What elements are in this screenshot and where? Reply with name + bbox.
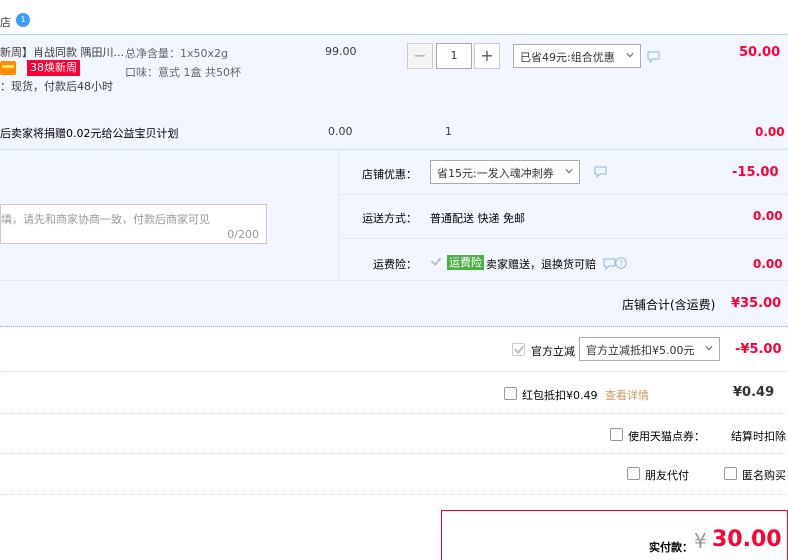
divider (0, 494, 788, 495)
quantity-stepper: − 1 + (407, 43, 500, 69)
shipping-label: 运送方式： (362, 212, 417, 225)
divider (0, 413, 788, 414)
anonymous-purchase-checkbox[interactable] (724, 467, 737, 480)
shop-name[interactable]: 店 (0, 14, 11, 30)
buyer-message-textarea[interactable]: 填，请先和商家协商一致，付款后商家可见 0/200 (0, 204, 267, 244)
red-packet-details-link[interactable]: 查看详情 (605, 387, 649, 403)
insurance-checkbox[interactable] (430, 256, 443, 269)
shop-discount-label: 店铺优惠： (362, 168, 417, 181)
insurance-label: 运费险： (373, 258, 417, 271)
item-delivery-note: ：现货，付款后48小时 (0, 80, 113, 93)
payment-summary-box: 实付款： ¥ 30.00 (441, 510, 788, 560)
official-discount-select-value: 官方立减抵扣¥5.00元 (586, 344, 695, 357)
divider (0, 453, 788, 454)
red-packet-amount: ¥0.49 (733, 385, 775, 400)
item-spec-weight: 总净含量：1x50x2g (125, 47, 228, 60)
item-title[interactable]: 新周】肖战同款 隅田川... (0, 44, 124, 60)
tmall-points-checkbox[interactable] (610, 428, 623, 441)
payment-amount: 30.00 (712, 527, 782, 552)
official-discount-amount: -¥5.00 (735, 342, 782, 357)
shop-total-label: 店铺合计(含运费) (622, 298, 716, 312)
shop-total-amount: ¥35.00 (731, 296, 782, 311)
shop-discount-select[interactable]: 省15元:一发入魂冲刺券 (430, 160, 580, 184)
red-packet-label: 红包抵扣¥0.49 (522, 389, 598, 402)
anonymous-purchase-label: 匿名购买 (742, 469, 786, 482)
divider (338, 194, 788, 195)
tmall-points-note: 结算时扣除 (731, 430, 786, 443)
quantity-plus-button[interactable]: + (474, 43, 500, 69)
quantity-input[interactable]: 1 (436, 43, 472, 69)
shop-discount-amount: -15.00 (732, 165, 779, 180)
insurance-amount: 0.00 (753, 257, 783, 271)
official-discount-checkbox[interactable] (512, 343, 525, 356)
buyer-message-counter: 0/200 (227, 228, 259, 241)
charity-text: 后卖家将捐赠0.02元给公益宝贝计划 (0, 127, 179, 140)
shop-discount-select-value: 省15元:一发入魂冲刺券 (437, 167, 554, 180)
item-promo-select-value: 已省49元:组合优惠 (520, 51, 615, 64)
chat-bubble-icon[interactable] (647, 51, 660, 63)
red-packet-checkbox[interactable] (504, 387, 517, 400)
payment-currency: ¥ (694, 529, 707, 553)
friend-pay-checkbox[interactable] (627, 467, 640, 480)
shipping-method: 普通配送 快递 免邮 (430, 212, 525, 225)
charity-quantity: 1 (445, 125, 452, 138)
shipping-amount: 0.00 (753, 209, 783, 223)
chevron-down-icon (626, 53, 634, 58)
chevron-down-icon (565, 169, 573, 174)
charity-price: 0.00 (328, 125, 353, 138)
shop-badge-icon: 1 (16, 13, 30, 27)
charity-subtotal: 0.00 (755, 125, 785, 139)
divider (0, 371, 788, 372)
quantity-minus-button[interactable]: − (407, 43, 433, 69)
divider (338, 238, 788, 239)
svg-text:?: ? (619, 259, 623, 268)
official-discount-select[interactable]: 官方立减抵扣¥5.00元 (579, 337, 720, 361)
chat-bubble-icon[interactable] (594, 166, 607, 178)
item-subtotal: 50.00 (739, 45, 781, 60)
item-unit-price: 99.00 (325, 45, 357, 58)
item-shop-icon (0, 61, 16, 75)
divider (0, 280, 788, 281)
item-promo-select[interactable]: 已省49元:组合优惠 (513, 44, 641, 68)
chevron-down-icon (705, 346, 713, 351)
tmall-points-label: 使用天猫点券： (628, 430, 705, 443)
insurance-tag: 运费险 (447, 255, 484, 270)
help-icon[interactable]: ? (615, 257, 627, 269)
item-promo-tag: 38焕新周 (27, 60, 80, 76)
payment-label: 实付款： (649, 541, 693, 554)
friend-pay-label: 朋友代付 (645, 469, 689, 482)
insurance-text: 卖家赠送，退换货可赔 (486, 258, 596, 271)
official-discount-label: 官方立减 (531, 345, 575, 358)
item-spec-flavor: 口味：意式 1盒 共50杯 (125, 66, 241, 79)
buyer-message-placeholder: 填，请先和商家协商一致，付款后商家可见 (1, 213, 210, 226)
